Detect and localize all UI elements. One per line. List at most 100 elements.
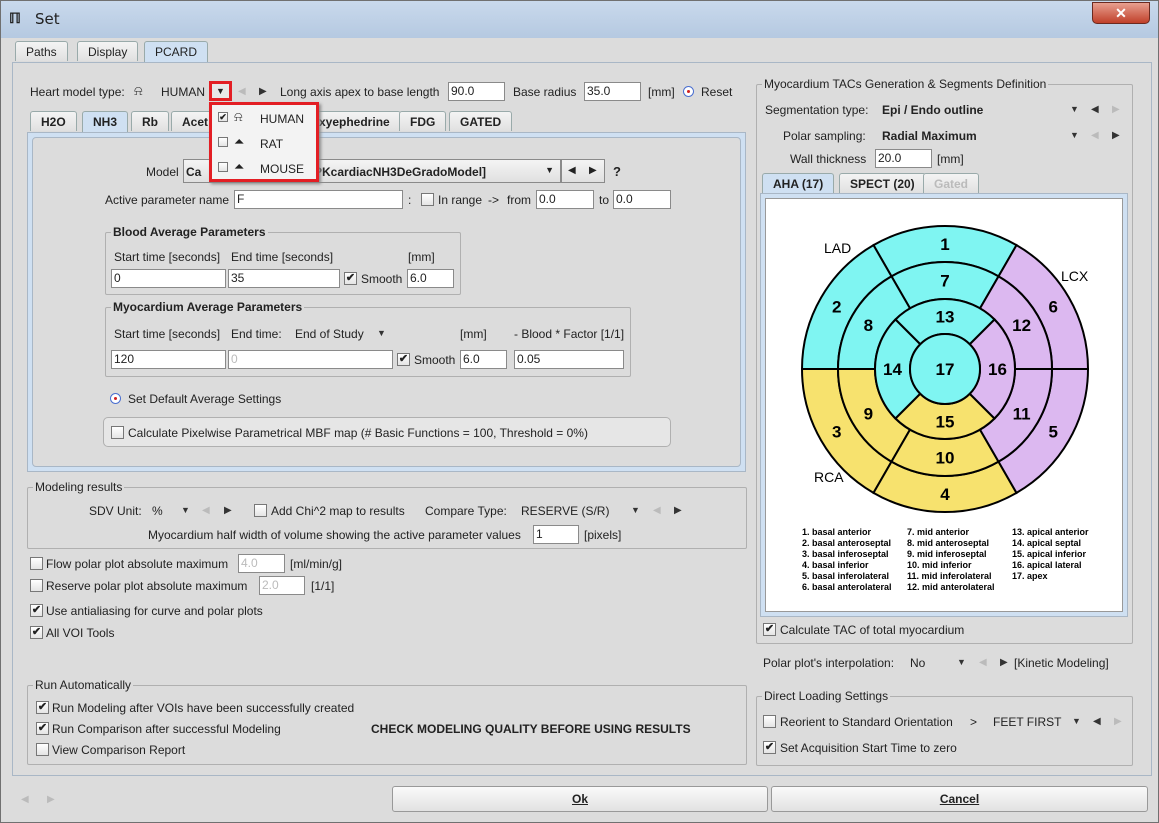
in-range-checkbox[interactable]	[421, 193, 434, 206]
ok-button[interactable]: Ok	[392, 786, 768, 812]
compare-type-label: Compare Type:	[425, 504, 507, 518]
default-avg-radio[interactable]	[110, 393, 121, 404]
sdv-unit-label: SDV Unit:	[89, 504, 142, 518]
prev-icon[interactable]: ◀	[653, 505, 661, 516]
prev-icon[interactable]: ◀	[1091, 104, 1099, 115]
blood-start-input[interactable]: 0	[111, 269, 226, 288]
polar-plot-box: 1 2 3 4 5 6 7 8 9 10 11 12 13 14 15 16 17 LAD LCX RCA 1. bas…	[765, 198, 1123, 612]
chevron-down-icon: ▼	[545, 165, 554, 175]
quality-warning: CHECK MODELING QUALITY BEFORE USING RESU…	[371, 722, 691, 736]
run-comparison-checkbox[interactable]: ✔	[36, 722, 49, 735]
seg-type-select[interactable]: Epi / Endo outline	[882, 103, 983, 117]
model-stepper[interactable]: ◀ ▶	[561, 159, 605, 183]
range-from-input[interactable]: 0.0	[536, 190, 594, 209]
reset-label[interactable]: Reset	[701, 85, 732, 99]
close-button[interactable]: ✕	[1092, 2, 1150, 24]
antialias-checkbox[interactable]: ✔	[30, 604, 43, 617]
all-voi-checkbox[interactable]: ✔	[30, 626, 43, 639]
tab-spect20[interactable]: SPECT (20)	[839, 173, 926, 193]
flow-max-checkbox[interactable]	[30, 557, 43, 570]
segment-label: 11	[1013, 404, 1031, 423]
acq-start-checkbox[interactable]: ✔	[763, 741, 776, 754]
chi2-checkbox[interactable]	[254, 504, 267, 517]
tab-h2o[interactable]: H2O	[30, 111, 77, 131]
help-button[interactable]: ?	[613, 164, 621, 179]
myo-smooth-input[interactable]: 6.0	[460, 350, 507, 369]
compare-type-select[interactable]: RESERVE (S/R)	[521, 504, 609, 518]
flow-max-input[interactable]: 4.0	[238, 554, 285, 573]
next-icon[interactable]: ▶	[47, 794, 55, 805]
long-axis-input[interactable]: 90.0	[448, 82, 505, 101]
heart-model-dropdown-button[interactable]: ▼	[209, 81, 232, 101]
segment-label: 8	[864, 316, 873, 335]
tab-aha17[interactable]: AHA (17)	[762, 173, 835, 195]
tab-rb[interactable]: Rb	[131, 111, 169, 131]
half-width-input[interactable]: 1	[533, 525, 579, 544]
next-icon[interactable]: ▶	[589, 165, 597, 176]
menu-item-rat[interactable]: ⏶ RAT	[212, 132, 316, 154]
calc-total-checkbox[interactable]: ✔	[763, 623, 776, 636]
polar-sampling-select[interactable]: Radial Maximum	[882, 129, 977, 143]
prev-icon[interactable]: ◀	[1093, 716, 1101, 727]
base-radius-input[interactable]: 35.0	[584, 82, 641, 101]
tab-display[interactable]: Display	[77, 41, 139, 61]
next-icon[interactable]: ▶	[1114, 716, 1122, 727]
myo-smooth-checkbox[interactable]: ✔	[397, 353, 410, 366]
next-icon[interactable]: ▶	[1112, 104, 1120, 115]
prev-icon[interactable]: ◀	[238, 86, 246, 97]
chevron-down-icon[interactable]: ▼	[1072, 716, 1081, 726]
blood-end-input[interactable]: 35	[228, 269, 340, 288]
chevron-down-icon[interactable]: ▼	[1070, 104, 1079, 114]
range-to-input[interactable]: 0.0	[613, 190, 671, 209]
sdv-unit-select[interactable]: %	[152, 504, 163, 518]
segment-label: 2	[832, 298, 841, 317]
tab-pcard[interactable]: PCARD	[144, 41, 209, 63]
default-avg-label[interactable]: Set Default Average Settings	[128, 392, 281, 406]
prev-icon[interactable]: ◀	[21, 794, 29, 805]
segment-label: 7	[940, 272, 949, 291]
active-param-input[interactable]: F	[234, 190, 403, 209]
myo-start-input[interactable]: 120	[111, 350, 226, 369]
prev-icon[interactable]: ◀	[1091, 130, 1099, 141]
menu-item-label: RAT	[260, 137, 284, 151]
tab-gated-polar[interactable]: Gated	[923, 173, 980, 193]
blood-smooth-checkbox[interactable]: ✔	[344, 272, 357, 285]
reorient-checkbox[interactable]	[763, 715, 776, 728]
heart-model-value[interactable]: HUMAN	[161, 85, 205, 99]
chevron-down-icon[interactable]: ▼	[377, 328, 386, 338]
orientation-select[interactable]: FEET FIRST	[993, 715, 1061, 729]
next-icon[interactable]: ▶	[674, 505, 682, 516]
next-icon[interactable]: ▶	[224, 505, 232, 516]
prev-icon[interactable]: ◀	[979, 657, 987, 668]
chevron-down-icon[interactable]: ▼	[181, 505, 190, 515]
cancel-button[interactable]: Cancel	[771, 786, 1148, 812]
run-modeling-checkbox[interactable]: ✔	[36, 701, 49, 714]
prev-icon[interactable]: ◀	[202, 505, 210, 516]
myo-end-input[interactable]: 0	[228, 350, 393, 369]
prev-icon[interactable]: ◀	[568, 165, 576, 176]
tab-paths[interactable]: Paths	[15, 41, 68, 61]
tab-fdg[interactable]: FDG	[399, 111, 447, 131]
pixelwise-checkbox[interactable]	[111, 426, 124, 439]
blood-smooth-input[interactable]: 6.0	[407, 269, 454, 288]
territory-label-rca: RCA	[814, 469, 844, 485]
chevron-down-icon[interactable]: ▼	[1070, 130, 1079, 140]
menu-item-human[interactable]: ✔ ⍾ HUMAN	[212, 107, 316, 129]
reserve-max-input[interactable]: 2.0	[259, 576, 305, 595]
interp-select[interactable]: No	[910, 656, 925, 670]
tab-hydroxyephedrine[interactable]: xyephedrine	[309, 111, 401, 131]
next-icon[interactable]: ▶	[1112, 130, 1120, 141]
reset-radio[interactable]	[683, 86, 694, 97]
myo-end-mode-select[interactable]: End of Study	[295, 327, 364, 341]
reserve-max-checkbox[interactable]	[30, 579, 43, 592]
myo-factor-input[interactable]: 0.05	[514, 350, 624, 369]
tab-gated[interactable]: GATED	[449, 111, 513, 131]
view-report-checkbox[interactable]	[36, 743, 49, 756]
menu-item-mouse[interactable]: ⏶ MOUSE	[212, 157, 316, 179]
chevron-down-icon[interactable]: ▼	[631, 505, 640, 515]
wall-thickness-input[interactable]: 20.0	[875, 149, 932, 168]
next-icon[interactable]: ▶	[1000, 657, 1008, 668]
next-icon[interactable]: ▶	[259, 86, 267, 97]
tab-nh3[interactable]: NH3	[82, 111, 129, 133]
chevron-down-icon[interactable]: ▼	[957, 657, 966, 667]
